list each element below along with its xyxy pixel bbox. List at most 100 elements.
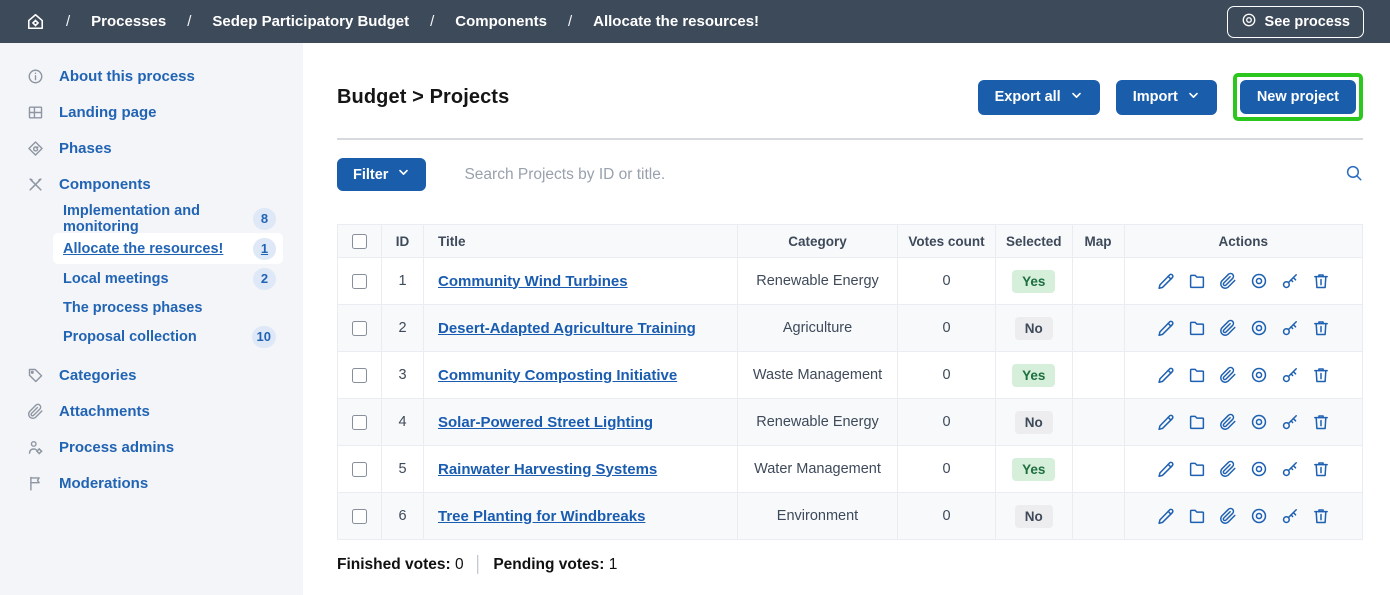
project-map <box>1072 399 1124 446</box>
delete-icon[interactable] <box>1312 507 1330 525</box>
breadcrumb-item-sedep-participatory-budget[interactable]: Sedep Participatory Budget <box>212 13 409 30</box>
permissions-icon[interactable] <box>1281 319 1299 337</box>
sidebar-subitem-local-meetings[interactable]: Local meetings2 <box>53 264 283 293</box>
breadcrumb-item-processes[interactable]: Processes <box>91 13 166 30</box>
import-button[interactable]: Import <box>1116 80 1217 115</box>
project-category: Renewable Energy <box>738 399 898 446</box>
row-checkbox[interactable] <box>352 415 367 430</box>
preview-icon[interactable] <box>1250 507 1268 525</box>
sidebar-item-categories[interactable]: Categories <box>0 357 303 393</box>
preview-icon[interactable] <box>1250 319 1268 337</box>
folder-icon[interactable] <box>1188 413 1206 431</box>
breadcrumb-item-allocate-the-resources[interactable]: Allocate the resources! <box>593 13 759 30</box>
sidebar-subitem-implementation-and-monitoring[interactable]: Implementation and monitoring8 <box>53 204 283 233</box>
project-map <box>1072 446 1124 493</box>
attachment-icon[interactable] <box>1219 366 1237 384</box>
filter-button[interactable]: Filter <box>337 158 426 191</box>
project-map <box>1072 305 1124 352</box>
sidebar-item-about-this-process[interactable]: About this process <box>0 58 303 94</box>
preview-icon[interactable] <box>1250 460 1268 478</box>
export-all-button[interactable]: Export all <box>978 80 1100 115</box>
row-checkbox[interactable] <box>352 509 367 524</box>
permissions-icon[interactable] <box>1281 413 1299 431</box>
project-title-link[interactable]: Community Wind Turbines <box>438 273 628 290</box>
home-icon[interactable] <box>26 12 45 31</box>
project-title-link[interactable]: Desert-Adapted Agriculture Training <box>438 320 696 337</box>
permissions-icon[interactable] <box>1281 460 1299 478</box>
sidebar-subitem-label: The process phases <box>63 300 202 316</box>
sidebar-item-landing-page[interactable]: Landing page <box>0 94 303 130</box>
column-header-votes-count: Votes count <box>898 225 996 258</box>
preview-icon[interactable] <box>1250 413 1268 431</box>
select-all-checkbox[interactable] <box>352 234 367 249</box>
project-title-link[interactable]: Community Composting Initiative <box>438 367 677 384</box>
project-title-link[interactable]: Rainwater Harvesting Systems <box>438 461 657 478</box>
edit-icon[interactable] <box>1157 366 1175 384</box>
project-map <box>1072 493 1124 540</box>
sidebar-item-process-admins[interactable]: Process admins <box>0 429 303 465</box>
search-input[interactable] <box>462 165 1309 185</box>
folder-icon[interactable] <box>1188 272 1206 290</box>
edit-icon[interactable] <box>1157 460 1175 478</box>
table-row: 5Rainwater Harvesting SystemsWater Manag… <box>338 446 1363 493</box>
breadcrumb-item-components[interactable]: Components <box>455 13 547 30</box>
folder-icon[interactable] <box>1188 319 1206 337</box>
breadcrumb-separator: / <box>187 13 191 30</box>
chevron-down-icon <box>1070 89 1083 106</box>
project-votes-count: 0 <box>898 352 996 399</box>
project-map <box>1072 352 1124 399</box>
row-checkbox[interactable] <box>352 368 367 383</box>
row-checkbox[interactable] <box>352 462 367 477</box>
column-header-map: Map <box>1072 225 1124 258</box>
section-divider <box>337 138 1363 140</box>
see-process-button[interactable]: See process <box>1227 6 1364 38</box>
attachment-icon[interactable] <box>1219 272 1237 290</box>
attachment-icon[interactable] <box>1219 413 1237 431</box>
project-id: 4 <box>382 399 424 446</box>
permissions-icon[interactable] <box>1281 507 1299 525</box>
project-id: 1 <box>382 258 424 305</box>
preview-icon[interactable] <box>1250 366 1268 384</box>
table-row: 3Community Composting InitiativeWaste Ma… <box>338 352 1363 399</box>
attachment-icon[interactable] <box>1219 507 1237 525</box>
permissions-icon[interactable] <box>1281 366 1299 384</box>
sidebar-subitem-the-process-phases[interactable]: The process phases <box>53 293 283 322</box>
edit-icon[interactable] <box>1157 507 1175 525</box>
attachment-icon[interactable] <box>1219 319 1237 337</box>
sidebar-subitem-allocate-the-resources[interactable]: Allocate the resources!1 <box>53 233 283 264</box>
edit-icon[interactable] <box>1157 413 1175 431</box>
components-sublist: Implementation and monitoring8Allocate t… <box>0 202 303 357</box>
permissions-icon[interactable] <box>1281 272 1299 290</box>
folder-icon[interactable] <box>1188 366 1206 384</box>
selected-badge: No <box>1015 411 1053 434</box>
delete-icon[interactable] <box>1312 272 1330 290</box>
delete-icon[interactable] <box>1312 413 1330 431</box>
new-project-button[interactable]: New project <box>1240 80 1356 114</box>
sidebar-item-attachments[interactable]: Attachments <box>0 393 303 429</box>
count-badge: 8 <box>253 208 276 230</box>
project-title-link[interactable]: Tree Planting for Windbreaks <box>438 508 645 525</box>
export-all-label: Export all <box>995 89 1061 105</box>
delete-icon[interactable] <box>1312 319 1330 337</box>
edit-icon[interactable] <box>1157 319 1175 337</box>
project-title-link[interactable]: Solar-Powered Street Lighting <box>438 414 653 431</box>
breadcrumb: /Processes/Sedep Participatory Budget/Co… <box>26 12 759 31</box>
delete-icon[interactable] <box>1312 366 1330 384</box>
project-votes-count: 0 <box>898 305 996 352</box>
row-checkbox[interactable] <box>352 274 367 289</box>
delete-icon[interactable] <box>1312 460 1330 478</box>
preview-icon[interactable] <box>1250 272 1268 290</box>
row-checkbox[interactable] <box>352 321 367 336</box>
sidebar-item-components[interactable]: Components <box>0 166 303 202</box>
project-category: Waste Management <box>738 352 898 399</box>
search-button[interactable] <box>1345 164 1363 185</box>
sidebar-item-phases[interactable]: Phases <box>0 130 303 166</box>
selected-badge: Yes <box>1012 364 1055 387</box>
sidebar-subitem-proposal-collection[interactable]: Proposal collection10 <box>53 322 283 351</box>
folder-icon[interactable] <box>1188 460 1206 478</box>
attachment-icon[interactable] <box>1219 460 1237 478</box>
sidebar-item-moderations[interactable]: Moderations <box>0 465 303 501</box>
edit-icon[interactable] <box>1157 272 1175 290</box>
sidebar-item-label: Categories <box>59 367 137 384</box>
folder-icon[interactable] <box>1188 507 1206 525</box>
